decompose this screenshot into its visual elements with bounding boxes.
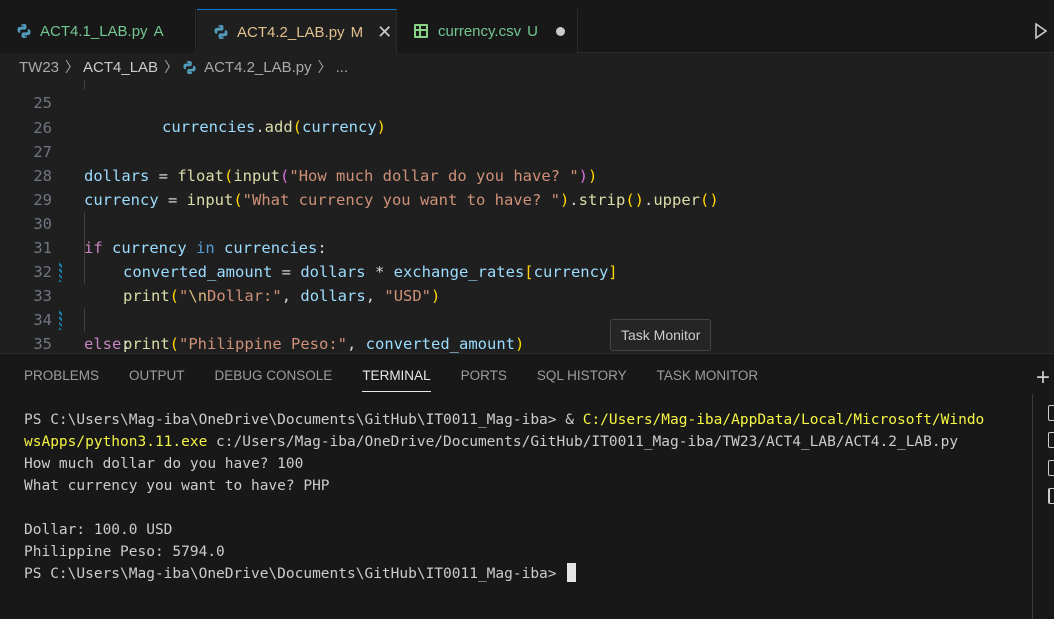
bottom-panel: PROBLEMS OUTPUT DEBUG CONSOLE TERMINAL P… [0,353,1054,619]
tab-output[interactable]: OUTPUT [129,368,185,392]
tab-sql-history[interactable]: SQL HISTORY [537,368,627,392]
chevron-right-icon: 〉 [164,59,179,75]
tab-ports[interactable]: PORTS [461,368,507,392]
tab-label: ACT4.1_LAB.py [40,22,148,40]
tab-act4-1-lab[interactable]: ACT4.1_LAB.py A [0,9,196,53]
tab-currency-csv[interactable]: currency.csv U [398,9,578,53]
tab-problems[interactable]: PROBLEMS [24,368,99,392]
tab-task-monitor[interactable]: TASK MONITOR [657,368,759,392]
code-line: 32 print("\nDollar:", dollars, "USD") [0,236,1054,305]
terminal-command: wsApps/python3.11.exe [24,434,208,450]
terminal-instance-icon[interactable] [1048,488,1054,504]
tab-label: ACT4.2_LAB.py [237,23,345,41]
code-line: 35 print("Currency not available.") [0,308,1054,353]
terminal-prompt: PS C:\Users\Mag-iba\OneDrive\Documents\G… [24,566,566,582]
editor-tab-bar: ACT4.1_LAB.py A ACT4.2_LAB.py M ✕ curren… [0,0,1054,54]
terminal-line: wsApps/python3.11.exe c:/Users/Mag-iba/O… [24,431,984,453]
terminal-line: PS C:\Users\Mag-iba\OneDrive\Documents\G… [24,409,984,431]
close-tab-icon[interactable]: ✕ [377,22,392,43]
code-line: 25 currencies.add(currency) [0,80,1054,136]
python-file-icon [17,24,31,38]
code-line: 26 [0,92,1054,137]
tab-terminal[interactable]: TERMINAL [362,368,431,392]
python-file-icon [214,25,228,39]
code-line: 31 converted_amount = dollars * exchange… [0,212,1054,281]
terminal-line: Philippine Peso: 5794.0 [24,544,225,560]
code-editor[interactable]: 25 currencies.add(currency) 26 27 dollar… [0,80,1054,353]
terminal-prompt: PS C:\Users\Mag-iba\OneDrive\Documents\G… [24,412,566,428]
code-line: 30 if currency in currencies: [0,188,1054,257]
unsaved-dot-icon[interactable] [555,26,565,36]
csv-file-icon [414,24,428,38]
terminal-line: Dollar: 100.0 USD [24,522,173,538]
code-line: 34 else: [0,284,1054,353]
tab-debug-console[interactable]: DEBUG CONSOLE [215,368,333,392]
code-line: 28 currency = input("What currency you w… [0,140,1054,209]
git-modified-gutter[interactable] [59,310,62,330]
terminal-line: What currency you want to have? PHP [24,478,330,494]
tab-act4-2-lab[interactable]: ACT4.2_LAB.py M ✕ [197,9,397,54]
code-line: 27 dollars = float(input("How much dolla… [0,116,1054,185]
chevron-right-icon: 〉 [317,59,332,75]
run-file-icon[interactable] [1034,22,1048,40]
terminal-cursor [567,563,577,582]
terminal-line: PS C:\Users\Mag-iba\OneDrive\Documents\G… [24,563,984,585]
terminal-output[interactable]: PS C:\Users\Mag-iba\OneDrive\Documents\G… [24,409,984,585]
breadcrumb-folder-act4-lab[interactable]: ACT4_LAB [83,59,158,76]
terminal-text: c:/Users/Mag-iba/OneDrive/Documents/GitH… [207,434,959,450]
terminal-list-divider [1032,394,1033,619]
indent-guide [84,80,85,90]
tab-label: currency.csv [438,22,522,40]
code-line: 33 print("Philippine Peso:", converted_a… [0,260,1054,353]
terminal-text: & [565,412,583,428]
chevron-right-icon: 〉 [65,59,80,75]
breadcrumb-file[interactable]: ACT4.2_LAB.py [204,59,312,76]
breadcrumb-symbol-ellipsis[interactable]: ... [336,59,349,76]
breadcrumb: TW23 〉 ACT4_LAB 〉 ACT4.2_LAB.py 〉 ... [0,54,1054,80]
git-status-badge: M [350,23,364,41]
terminal-command: C:/Users/Mag-iba/AppData/Local/Microsoft… [582,412,985,428]
terminal-instance-icon[interactable] [1048,432,1054,448]
terminal-line: How much dollar do you have? 100 [24,456,304,472]
git-modified-gutter[interactable] [59,262,62,282]
git-status-badge: U [527,22,538,40]
terminal-instance-icon[interactable] [1048,405,1054,421]
task-monitor-tooltip: Task Monitor [610,319,712,351]
code-line: 36 [0,332,1054,353]
git-status-badge: A [153,22,164,40]
indent-guide [84,308,85,332]
terminal-instance-icon[interactable] [1048,460,1054,476]
breadcrumb-folder-tw23[interactable]: TW23 [19,59,59,76]
panel-tab-bar: PROBLEMS OUTPUT DEBUG CONSOLE TERMINAL P… [24,368,788,392]
new-terminal-plus-icon[interactable]: + [1036,364,1050,392]
indent-guide [84,212,85,284]
python-file-icon [183,60,196,74]
code-line: 29 [0,164,1054,209]
